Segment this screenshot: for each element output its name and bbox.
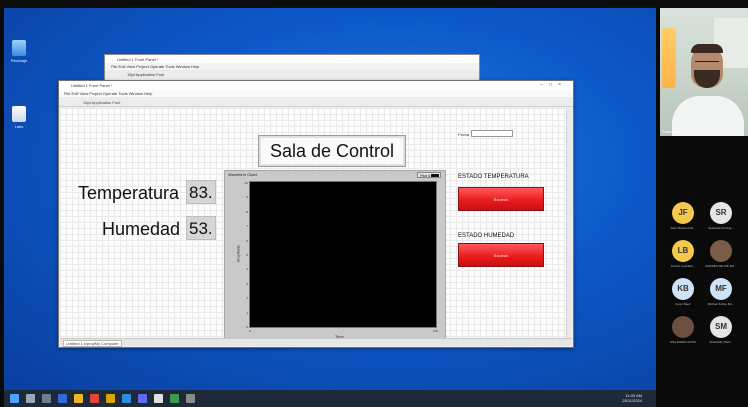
participant-name: Sebastián Rodrig... <box>708 226 734 230</box>
legend-label: Plot 0 <box>420 173 431 178</box>
edge-icon[interactable] <box>58 394 67 403</box>
temperatura-indicator: 83. <box>186 180 216 204</box>
participant-avatar[interactable]: LB <box>672 240 694 262</box>
participant-avatar[interactable]: KB <box>672 278 694 300</box>
y-tick-label: 1 <box>246 310 248 315</box>
participant-avatar[interactable] <box>710 240 732 262</box>
participant-avatar[interactable]: JF <box>672 202 694 224</box>
waveform-chart[interactable]: Waveform Chart Plot 0 10 9 8 7 6 5 4 3 2 1 0 0 100 … <box>224 170 446 342</box>
clock-date: 28/11/2024 <box>622 398 642 403</box>
labview-icon[interactable] <box>106 394 115 403</box>
toolbar[interactable]: 15pt Application Font <box>59 97 573 107</box>
toolbar[interactable]: 15pt Application Font <box>105 70 479 78</box>
participant-name: ANA MARÍA ORTIZ <box>670 340 696 344</box>
plot-legend[interactable]: Plot 0 <box>417 172 441 178</box>
estado-humedad-led: Boolean <box>458 243 544 267</box>
participant-name: Sebastián Marti... <box>709 340 733 344</box>
participant-name: Andrés Leal Berl... <box>670 264 696 268</box>
participant-name: Michael Felipe Flo... <box>707 302 735 306</box>
app-icon[interactable] <box>170 394 179 403</box>
participant-name: ANDRÉS FELIPE RO... <box>705 264 737 268</box>
fecha-indicator <box>471 130 513 137</box>
desktop-icon-label: Reciclaje <box>10 58 28 63</box>
y-tick-label: 2 <box>246 296 248 301</box>
app-icon[interactable] <box>154 394 163 403</box>
front-panel-window: Untitled 1 Front Panel * –□× File Edit V… <box>58 80 574 348</box>
file-icon[interactable] <box>12 106 26 122</box>
window-controls[interactable]: –□× <box>540 82 567 88</box>
participant-avatar[interactable]: SR <box>710 202 732 224</box>
participant-name: Juan Manuel Flor... <box>670 226 696 230</box>
estado-temperatura-label: ESTADO TEMPERATURA <box>458 174 529 180</box>
temperatura-label: Temperatura <box>78 183 180 203</box>
menu-bar[interactable]: File Edit View Project Operate Tools Win… <box>59 90 573 97</box>
estado-temperatura-led: Boolean <box>458 187 544 211</box>
plot-area <box>249 181 437 328</box>
y-tick-label: 5 <box>246 253 248 257</box>
fecha-label: Fecha <box>458 132 470 137</box>
panel-title: Sala de Control <box>258 135 406 167</box>
participants-panel: Participant JF Juan Manuel Flor... SR Sebas… <box>660 8 748 407</box>
y-tick-label: 10 <box>244 181 248 185</box>
app-icon[interactable] <box>90 394 99 403</box>
window-titlebar[interactable]: Untitled 1 Front Panel * –□× <box>59 81 573 90</box>
shared-desktop: Reciclaje Labs Untitled 1 Front Panel * … <box>4 8 656 390</box>
search-icon[interactable] <box>26 394 35 403</box>
window-title: Untitled 1 Front Panel * <box>71 83 113 88</box>
teams-icon[interactable] <box>138 394 147 403</box>
recycle-bin-icon[interactable] <box>12 40 26 56</box>
background-plant <box>662 28 676 88</box>
app-icon[interactable] <box>186 394 195 403</box>
y-tick-label: 4 <box>246 267 248 272</box>
y-tick-label: 8 <box>246 209 248 214</box>
chart-title: Waveform Chart <box>228 172 257 177</box>
menu-bar[interactable]: File Edit View Project Operate Tools Win… <box>105 63 479 70</box>
status-bar: Untitled 1.lvproj/My Computer <box>60 338 572 347</box>
x-tick-label: 100 <box>433 329 439 333</box>
humedad-label: Humedad <box>102 219 181 239</box>
y-tick-label: 6 <box>246 238 248 243</box>
y-tick-label: 0 <box>246 325 248 329</box>
estado-humedad-label: ESTADO HUMEDAD <box>458 233 515 239</box>
window-title: Untitled 1 Front Panel * <box>105 55 479 63</box>
file-explorer-icon[interactable] <box>74 394 83 403</box>
system-clock[interactable]: 11:00 AM 28/11/2024 <box>622 393 642 403</box>
participant-avatar[interactable]: SM <box>710 316 732 338</box>
participant-video[interactable]: Participant <box>660 8 748 136</box>
y-tick-label: 7 <box>246 224 248 229</box>
y-tick-label: 9 <box>246 195 248 200</box>
participant-avatar[interactable] <box>672 316 694 338</box>
project-path: Untitled 1.lvproj/My Computer <box>63 340 122 347</box>
video-name: Participant <box>662 129 681 134</box>
taskbar: 11:00 AM 28/11/2024 <box>4 390 656 407</box>
front-panel: Sala de Control Fecha Temperatura 83. Hu… <box>60 108 572 342</box>
app-icon[interactable] <box>122 394 131 403</box>
participant-name: Kevin Baez <box>675 302 691 306</box>
task-view-icon[interactable] <box>42 394 51 403</box>
humedad-indicator: 53. <box>186 216 216 240</box>
x-tick-label: 0 <box>249 329 251 333</box>
y-axis-label: Amplitude <box>235 244 241 263</box>
windows-start-icon[interactable] <box>10 394 19 403</box>
desktop-icon-label: Labs <box>14 124 24 129</box>
vertical-scrollbar[interactable] <box>566 108 572 340</box>
participant-avatar[interactable]: MF <box>710 278 732 300</box>
y-tick-label: 3 <box>246 281 248 286</box>
